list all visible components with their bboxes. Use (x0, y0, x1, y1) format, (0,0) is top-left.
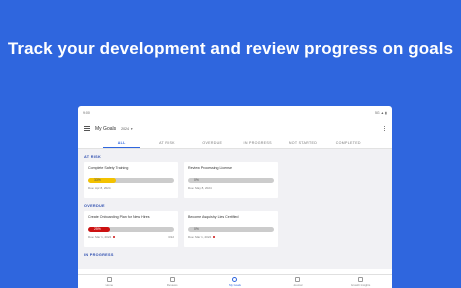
goal-name: Become Asquishy Lies Certified (188, 215, 239, 219)
goal-card[interactable]: Review Processing License 0% Due: May 8,… (184, 162, 278, 198)
due-date: Due: Mar 1, 2024 (88, 235, 174, 239)
headline: Track your development and review progre… (7, 39, 454, 58)
section-at-risk: AT RISK (84, 155, 102, 159)
progress-percent: 33% (94, 178, 101, 182)
year-dropdown[interactable]: 2024 ▾ (121, 127, 133, 131)
progress-bar: 25% (88, 227, 174, 232)
device-frame: 9:00 5G ▲ ▮ My Goals 2024 ▾ ALL AT RISK … (78, 106, 392, 288)
nav-journal[interactable]: Journal (266, 275, 329, 288)
progress-bar: 0% (188, 227, 274, 232)
nav-label: My Goals (229, 282, 241, 287)
progress-percent: 0% (194, 227, 199, 231)
year-value: 2024 (121, 126, 129, 131)
insights-icon (358, 276, 364, 282)
progress-percent: 25% (94, 227, 101, 231)
goal-name: Complete Safety Training (88, 166, 129, 170)
bottom-navigation: Home Reviews My Goals Journal Growth Ins… (78, 274, 392, 288)
due-text: Due: Mar 1, 2024 (88, 235, 112, 239)
due-date: Due: Apr 8, 2024 (88, 186, 174, 190)
goal-name: Review Processing License (188, 166, 232, 170)
nav-my-goals[interactable]: My Goals (204, 275, 267, 288)
journal-icon (295, 276, 301, 282)
section-overdue: OVERDUE (84, 204, 105, 208)
due-text: Due: Mar 1, 2024 (188, 235, 212, 239)
due-date: Due: May 8, 2024 (188, 186, 274, 190)
status-time: 9:00 (83, 111, 90, 115)
tab-overdue[interactable]: OVERDUE (190, 137, 235, 148)
goal-name: Create Onboarding Plan for New Hires (88, 215, 150, 219)
tab-not-started[interactable]: NOT STARTED (280, 137, 325, 148)
nav-home[interactable]: Home (78, 275, 141, 288)
status-bar: 9:00 5G ▲ ▮ (78, 106, 392, 120)
menu-icon[interactable] (84, 126, 90, 131)
progress-bar: 0% (188, 178, 274, 183)
section-in-progress: IN PROGRESS (84, 253, 114, 257)
nav-label: Reviews (166, 282, 178, 287)
step-count: 3/12 (168, 235, 174, 239)
progress-bar: 33% (88, 178, 174, 183)
nav-reviews[interactable]: Reviews (141, 275, 204, 288)
overdue-indicator-icon (212, 236, 215, 238)
tab-completed[interactable]: COMPLETED (326, 137, 371, 148)
due-date: Due: Mar 1, 2024 (188, 235, 274, 239)
goal-card[interactable]: Create Onboarding Plan for New Hires 25%… (84, 211, 178, 247)
nav-label: Journal (293, 282, 303, 287)
due-text: Due: Apr 8, 2024 (88, 186, 111, 190)
more-options-icon[interactable] (382, 126, 386, 131)
filter-tabs: ALL AT RISK OVERDUE IN PROGRESS NOT STAR… (78, 137, 392, 149)
nav-growth-insights[interactable]: Growth Insights (329, 275, 392, 288)
page-title: My Goals (95, 125, 117, 132)
due-text: Due: May 8, 2024 (188, 186, 212, 190)
goals-list: AT RISK Complete Safety Training 33% Due… (78, 149, 392, 269)
progress-fill (88, 178, 117, 183)
chevron-down-icon: ▾ (130, 126, 133, 131)
goal-card[interactable]: Become Asquishy Lies Certified 0% Due: M… (184, 211, 278, 247)
home-icon (106, 276, 112, 282)
tab-at-risk[interactable]: AT RISK (144, 137, 189, 148)
tab-all[interactable]: ALL (99, 137, 144, 148)
nav-label: Home (105, 282, 114, 287)
goals-icon (232, 276, 238, 282)
overdue-indicator-icon (112, 236, 115, 238)
app-bar: My Goals 2024 ▾ (78, 120, 392, 137)
tab-in-progress[interactable]: IN PROGRESS (235, 137, 280, 148)
progress-percent: 0% (194, 178, 199, 182)
reviews-icon (169, 276, 175, 282)
nav-label: Growth Insights (350, 282, 371, 287)
status-icons: 5G ▲ ▮ (374, 111, 387, 115)
goal-card[interactable]: Complete Safety Training 33% Due: Apr 8,… (84, 162, 178, 198)
